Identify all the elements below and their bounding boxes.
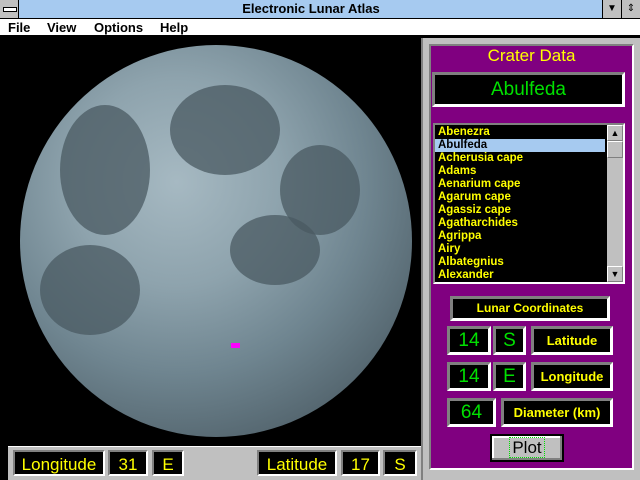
window-title: Electronic Lunar Atlas [242, 1, 380, 16]
cursor-longitude-dir: E [152, 450, 184, 476]
crater-list-item[interactable]: Alexander [435, 269, 605, 282]
list-scrollbar[interactable]: ▲ ▼ [606, 125, 623, 282]
lunar-coordinates-label: Lunar Coordinates [450, 296, 610, 321]
title-bar: Electronic Lunar Atlas ▼ ⇕ [0, 0, 640, 19]
crater-list-item[interactable]: Agarum cape [435, 191, 605, 204]
scroll-thumb[interactable] [607, 141, 623, 158]
selected-crater-name: Abulfeda [432, 72, 625, 107]
latitude-direction: S [493, 326, 526, 355]
menu-bar: File View Options Help [0, 19, 640, 37]
longitude-direction: E [493, 362, 526, 391]
latitude-label: Latitude [531, 326, 613, 355]
cursor-latitude-dir: S [383, 450, 417, 476]
crater-list-item[interactable]: Abulfeda [435, 139, 605, 152]
plot-button-label: Plot [509, 437, 545, 458]
crater-list-item[interactable]: Acherusia cape [435, 152, 605, 165]
crater-list-item[interactable]: Agrippa [435, 230, 605, 243]
menu-view[interactable]: View [47, 20, 76, 35]
crater-list-item[interactable]: Agassiz cape [435, 204, 605, 217]
crater-list-item[interactable]: Adams [435, 165, 605, 178]
diameter-label: Diameter (km) [501, 398, 613, 427]
longitude-value: 14 [447, 362, 491, 391]
latitude-value: 14 [447, 326, 491, 355]
system-menu-button[interactable] [0, 0, 19, 18]
crater-list-item[interactable]: Aenarium cape [435, 178, 605, 191]
longitude-label: Longitude [531, 362, 613, 391]
diameter-value: 64 [447, 398, 496, 427]
status-bar: Longitude 31 E Latitude 17 S [8, 446, 421, 480]
cursor-longitude-label: Longitude [13, 450, 105, 476]
minimize-button[interactable]: ▼ [602, 0, 621, 18]
menu-options[interactable]: Options [94, 20, 143, 35]
crater-list-item[interactable]: Abenezra [435, 126, 605, 139]
crater-list-item[interactable]: Airy [435, 243, 605, 256]
scroll-up-arrow-icon[interactable]: ▲ [607, 125, 623, 141]
menu-help[interactable]: Help [160, 20, 188, 35]
crater-marker [231, 343, 240, 348]
panel-title: Crater Data [487, 46, 576, 65]
moon-image[interactable] [20, 45, 412, 437]
plot-button[interactable]: Plot [490, 434, 564, 462]
cursor-latitude-value: 17 [341, 450, 380, 476]
scroll-down-arrow-icon[interactable]: ▼ [607, 266, 623, 282]
cursor-longitude-value: 31 [108, 450, 148, 476]
moon-map[interactable] [0, 38, 421, 446]
cursor-latitude-label: Latitude [257, 450, 337, 476]
restore-button[interactable]: ⇕ [621, 0, 640, 18]
crater-list-item[interactable]: Agatharchides [435, 217, 605, 230]
menu-file[interactable]: File [8, 20, 30, 35]
crater-list-item[interactable]: Albategnius [435, 256, 605, 269]
crater-listbox[interactable]: Abenezra Abulfeda Acherusia cape Adams Aenar… [433, 123, 625, 284]
